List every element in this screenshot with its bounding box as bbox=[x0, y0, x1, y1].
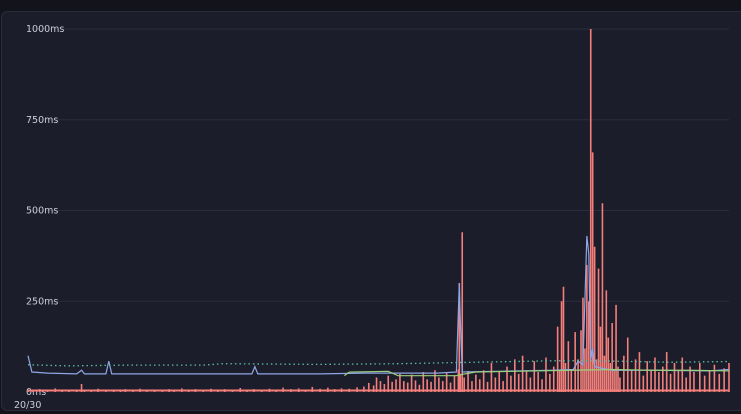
y-tick-label: 750ms bbox=[26, 115, 58, 126]
series-line bbox=[27, 235, 730, 375]
series-2 bbox=[27, 235, 730, 375]
y-tick-label: 0ms bbox=[26, 387, 46, 398]
latency-chart: 0ms250ms500ms750ms1000ms 20/30 bbox=[14, 24, 730, 411]
y-tick-label: 250ms bbox=[26, 296, 58, 307]
chart-panel: 0ms 250ms 500ms 750ms 1000ms 20/30 bbox=[1, 11, 741, 411]
y-tick-label: 500ms bbox=[26, 206, 58, 217]
y-tick-label: 1000ms bbox=[26, 24, 64, 35]
grid bbox=[28, 28, 729, 302]
